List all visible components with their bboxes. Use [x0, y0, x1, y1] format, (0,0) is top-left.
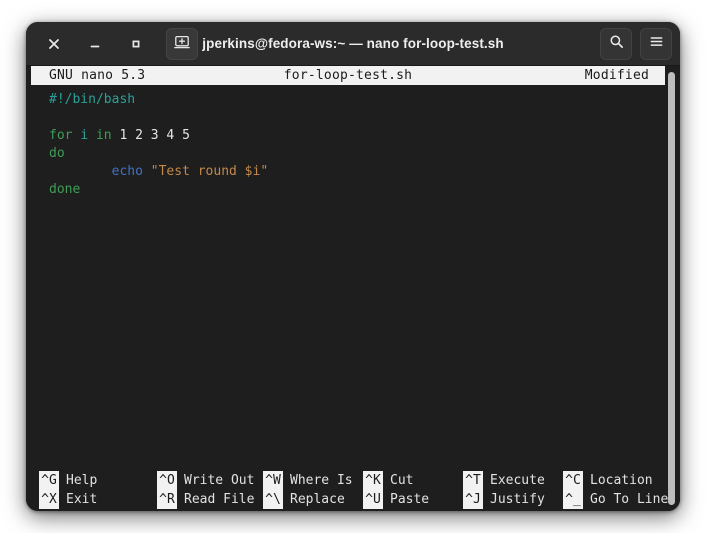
- nano-shortcut[interactable]: ^R Read File: [157, 490, 263, 509]
- code-token-comment: #!/bin/bash: [49, 92, 136, 107]
- nano-shortcut-row-2: ^X Exit ^R Read File ^\ Replace ^U Paste ^J Justi…: [39, 490, 668, 509]
- search-icon: [609, 34, 624, 53]
- nano-shortcut[interactable]: ^W Where Is: [263, 471, 363, 490]
- nano-shortcut-key: ^O: [157, 471, 177, 490]
- code-token-var: i: [80, 128, 89, 143]
- nano-shortcut-label: Replace: [290, 492, 345, 507]
- nano-shortcut-label: Where Is: [290, 473, 353, 488]
- nano-shortcut[interactable]: ^O Write Out: [157, 471, 263, 490]
- terminal-scrollbar-thumb[interactable]: [668, 72, 675, 505]
- nano-shortcut-key: ^G: [39, 471, 59, 490]
- nano-shortcut-key: ^J: [463, 490, 483, 509]
- terminal-content[interactable]: GNU nano 5.3 for-loop-test.sh Modified #…: [26, 66, 680, 511]
- nano-shortcut[interactable]: ^C Location: [563, 471, 653, 490]
- nano-shortcut[interactable]: ^G Help: [39, 471, 157, 490]
- new-terminal-button[interactable]: [166, 27, 198, 60]
- hamburger-menu-icon: [649, 34, 664, 53]
- code-line: #!/bin/bash: [49, 91, 665, 109]
- code-token-string: "Test round $i": [150, 164, 269, 179]
- nano-shortcut-label: Exit: [66, 492, 98, 507]
- nano-shortcut-key: ^\: [263, 490, 283, 509]
- nano-shortcut[interactable]: ^J Justify: [463, 490, 563, 509]
- code-token-keyword: done: [49, 182, 81, 197]
- nano-shortcut[interactable]: ^X Exit: [39, 490, 157, 509]
- titlebar-actions: [600, 27, 672, 60]
- code-line: for i in 1 2 3 4 5: [49, 127, 665, 145]
- nano-shortcut-row-1: ^G Help ^O Write Out ^W Where Is ^K Cut ^T Execut…: [39, 471, 665, 490]
- close-window-button[interactable]: [40, 30, 68, 58]
- nano-editor-text[interactable]: #!/bin/bash for i in 1 2 3 4 5 do echo "T…: [31, 87, 665, 511]
- nano-shortcut-key: ^X: [39, 490, 59, 509]
- menu-button[interactable]: [640, 27, 672, 60]
- nano-shortcut-bar: ^G Help ^O Write Out ^W Where Is ^K Cut ^T Execut…: [31, 471, 668, 511]
- nano-shortcut-key: ^_: [563, 490, 583, 509]
- nano-shortcut-key: ^W: [263, 471, 283, 490]
- nano-shortcut[interactable]: ^K Cut: [363, 471, 463, 490]
- nano-shortcut-label: Go To Line: [590, 492, 669, 507]
- code-line: do: [49, 145, 665, 163]
- nano-shortcut-label: Paste: [390, 492, 430, 507]
- maximize-window-button[interactable]: [122, 30, 150, 58]
- nano-shortcut-key: ^K: [363, 471, 383, 490]
- code-token-keyword: do: [49, 146, 65, 161]
- nano-shortcut-label: Read File: [184, 492, 255, 507]
- code-token-keyword: for: [49, 128, 73, 143]
- code-token-keyword: in: [95, 128, 112, 143]
- code-line: echo "Test round $i": [49, 163, 665, 181]
- nano-shortcut-key: ^R: [157, 490, 177, 509]
- nano-shortcut-label: Location: [590, 473, 653, 488]
- new-terminal-icon: [174, 34, 190, 54]
- code-token-num: 1 2 3 4 5: [119, 128, 190, 143]
- search-button[interactable]: [600, 27, 632, 60]
- window-titlebar: jperkins@fedora-ws:~ — nano for-loop-tes…: [26, 22, 680, 66]
- nano-title-bar: GNU nano 5.3 for-loop-test.sh Modified: [31, 66, 665, 85]
- nano-shortcut[interactable]: ^_ Go To Line: [563, 490, 668, 509]
- nano-shortcut-key: ^U: [363, 490, 383, 509]
- nano-shortcut[interactable]: ^\ Replace: [263, 490, 363, 509]
- nano-shortcut-key: ^C: [563, 471, 583, 490]
- nano-shortcut-label: Cut: [390, 473, 414, 488]
- nano-shortcut[interactable]: ^T Execute: [463, 471, 563, 490]
- code-token-builtin: echo: [111, 164, 143, 179]
- terminal-window: jperkins@fedora-ws:~ — nano for-loop-tes…: [26, 22, 680, 511]
- nano-shortcut-label: Help: [66, 473, 98, 488]
- nano-shortcut-label: Justify: [490, 492, 545, 507]
- minimize-window-button[interactable]: [81, 30, 109, 58]
- nano-filename-label: for-loop-test.sh: [283, 67, 413, 83]
- nano-shortcut-label: Write Out: [184, 473, 255, 488]
- nano-shortcut[interactable]: ^U Paste: [363, 490, 463, 509]
- nano-shortcut-key: ^T: [463, 471, 483, 490]
- nano-shortcut-label: Execute: [490, 473, 545, 488]
- terminal-scrollbar[interactable]: [668, 72, 675, 505]
- code-line: done: [49, 181, 665, 199]
